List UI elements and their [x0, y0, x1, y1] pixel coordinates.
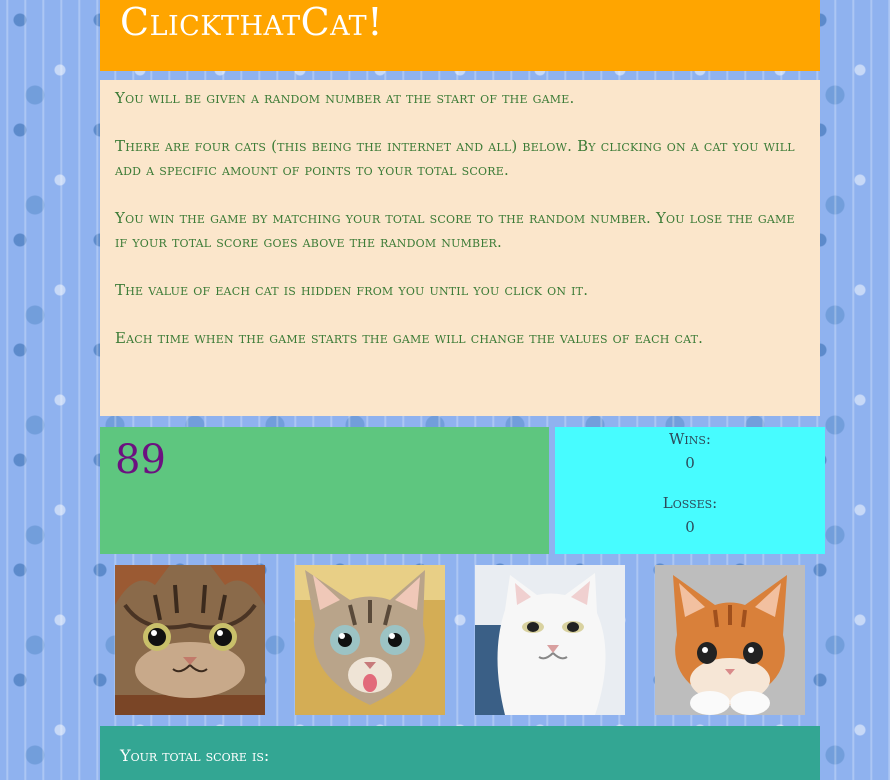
instructions-panel: You will be given a random number at the…: [100, 80, 820, 416]
cat-button-3[interactable]: [475, 565, 625, 715]
losses-value: 0: [685, 518, 695, 536]
grey-tabby-kitten-icon: [295, 565, 445, 715]
scoreboard-panel: Wins: 0 Losses: 0: [555, 427, 825, 554]
instruction-1: You will be given a random number at the…: [115, 89, 575, 107]
total-score-label: Your total score is:: [120, 746, 270, 765]
header-bar: ClickthatCat!: [100, 0, 820, 71]
total-score-bar: Your total score is:: [100, 726, 820, 780]
losses-label: Losses:: [662, 494, 718, 512]
instruction-3: You win the game by matching your total …: [115, 209, 795, 251]
tabby-cat-looking-up-icon: [115, 565, 265, 715]
instruction-5: Each time when the game starts the game …: [115, 329, 704, 347]
cat-button-2[interactable]: [295, 565, 445, 715]
random-number: 89: [115, 437, 166, 483]
instruction-2: There are four cats (this being the inte…: [115, 137, 795, 179]
wins-value: 0: [685, 454, 695, 472]
page-title: ClickthatCat!: [120, 0, 383, 44]
cat-button-4[interactable]: [655, 565, 805, 715]
wins-label: Wins:: [669, 430, 711, 448]
random-number-panel: 89: [100, 427, 549, 554]
instruction-4: The value of each cat is hidden from you…: [115, 281, 589, 299]
cats-row: [100, 565, 820, 715]
white-cat-icon: [475, 565, 625, 715]
orange-kitten-icon: [655, 565, 805, 715]
cat-button-1[interactable]: [115, 565, 265, 715]
